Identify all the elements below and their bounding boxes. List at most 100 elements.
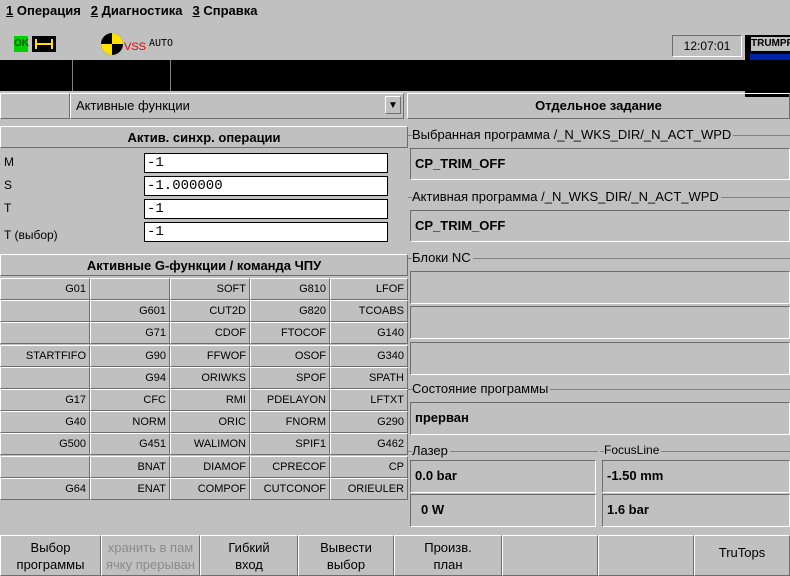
gfunc-cell: ORIEULER xyxy=(330,477,408,500)
softkey-line2: выбор xyxy=(326,557,366,572)
gfunc-cell xyxy=(90,278,170,300)
softkey-2[interactable]: хранить в пам ячку прерыван xyxy=(101,535,200,576)
softkey-7[interactable] xyxy=(598,535,694,576)
gfunc-cell: DIAMOF xyxy=(170,455,250,478)
gfunc-cell: CUT2D xyxy=(170,300,250,323)
softkey-1[interactable]: Выбор программы xyxy=(0,535,101,576)
gfunc-cell: OSOF xyxy=(250,344,330,367)
gfunc-cell: PDELAYON xyxy=(250,389,330,411)
selected-program-label: Выбранная программа /_N_WKS_DIR/_N_ACT_W… xyxy=(412,127,734,142)
sync-label-t-select: T (выбор) xyxy=(4,228,58,242)
gfunc-cell: ENAT xyxy=(90,477,170,500)
menu-help-label: Справка xyxy=(203,2,258,18)
gfunc-cell: COMPOF xyxy=(170,477,250,500)
gfunc-cell xyxy=(0,455,90,478)
message-bar-divider xyxy=(170,60,171,91)
gfunc-cell: G140 xyxy=(330,322,408,345)
focusline-label: FocusLine xyxy=(604,443,662,457)
gfunc-cell xyxy=(0,366,90,389)
sync-ops-panel: M -1 S -1.000000 T -1 T (выбор) -1 xyxy=(0,150,392,250)
gfunc-cell: G820 xyxy=(250,300,330,323)
connection-icon xyxy=(32,36,56,52)
sync-label-s: S xyxy=(4,178,13,192)
sync-value-t: -1 xyxy=(144,199,388,219)
gfunc-cell: G810 xyxy=(250,278,330,300)
softkey-line1: Выбор xyxy=(30,540,71,555)
sync-label-t: T xyxy=(4,201,12,215)
softkey-line1: Произв. xyxy=(424,540,472,555)
focus-pressure-value: 1.6 bar xyxy=(602,494,790,527)
program-state-label: Состояние программы xyxy=(412,381,551,396)
sync-label-m: M xyxy=(4,155,14,169)
softkey-line1: TruTops xyxy=(718,545,766,560)
nc-block-line-1 xyxy=(410,271,790,304)
gfunc-cell: LFOF xyxy=(330,278,408,300)
dropdown-spacer xyxy=(0,93,70,119)
ok-label: OK xyxy=(14,38,29,49)
gfunc-cell: G601 xyxy=(90,300,170,323)
gfunc-cell: G94 xyxy=(90,366,170,389)
softkey-8[interactable]: TruTops xyxy=(694,535,790,576)
gfunc-cell: SOFT xyxy=(170,278,250,300)
menu-diagnostics-label: Диагностика xyxy=(101,2,183,18)
menu-bar: 1 Операция 2 Диагностика 3 Справка xyxy=(0,0,790,20)
gfunc-cell: FTOCOF xyxy=(250,322,330,345)
menu-diagnostics[interactable]: 2 Диагностика xyxy=(91,3,183,18)
menu-operation-number: 1 xyxy=(6,2,14,18)
connection-icon-glyph xyxy=(35,39,53,49)
clock: 12:07:01 xyxy=(672,35,742,57)
selected-program-value: CP_TRIM_OFF xyxy=(410,148,790,180)
dropdown-arrow-icon[interactable]: ▼ xyxy=(385,96,401,114)
nc-block-line-3 xyxy=(410,342,790,375)
active-program-value: CP_TRIM_OFF xyxy=(410,210,790,242)
softkey-line1: хранить в пам xyxy=(107,540,194,555)
gfunc-cell: G290 xyxy=(330,411,408,434)
gfunc-cell: G500 xyxy=(0,433,90,456)
menu-operation-label: Операция xyxy=(16,2,81,18)
gfunc-cell: FFWOF xyxy=(170,344,250,367)
gfunc-cell: STARTFIFO xyxy=(0,344,90,367)
softkey-3[interactable]: Гибкий вход xyxy=(200,535,298,576)
ok-status-icon: OK xyxy=(14,36,29,52)
menu-diagnostics-number: 2 xyxy=(90,2,99,18)
softkey-5[interactable]: Произв. план xyxy=(394,535,502,576)
sync-ops-title: Актив. синхр. операции xyxy=(0,126,408,148)
gfunc-cell: ORIC xyxy=(170,411,250,434)
softkey-line2: ячку прерыван xyxy=(105,557,195,572)
mode-label: AUTO xyxy=(149,38,174,49)
softkey-6[interactable] xyxy=(502,535,598,576)
laser-pressure-value: 0.0 bar xyxy=(410,460,596,493)
menu-help-number: 3 xyxy=(192,2,200,18)
menu-operation[interactable]: 1 Операция xyxy=(6,3,81,18)
message-bar-divider xyxy=(72,60,73,91)
gfunc-cell: RMI xyxy=(170,389,250,411)
softkey-4[interactable]: Вывести выбор xyxy=(298,535,394,576)
task-title: Отдельное задание xyxy=(407,93,790,119)
vss-label: VSS xyxy=(124,41,147,53)
gfunc-cell: CUTCONOF xyxy=(250,477,330,500)
gfunc-cell: CFC xyxy=(90,389,170,411)
gfunc-cell: FNORM xyxy=(250,411,330,434)
gfunc-cell: SPOF xyxy=(250,366,330,389)
gfunc-cell: CP xyxy=(330,455,408,478)
softkey-line2: план xyxy=(433,557,463,572)
gfunc-cell: G40 xyxy=(0,411,90,434)
brand-label: TRUMPF xyxy=(751,37,790,51)
gfunc-title: Активные G-функции / команда ЧПУ xyxy=(0,254,408,276)
sync-value-m: -1 xyxy=(144,153,388,173)
gfunc-cell xyxy=(0,322,90,345)
gfunc-cell: SPATH xyxy=(330,366,408,389)
menu-help[interactable]: 3 Справка xyxy=(193,3,258,18)
nc-blocks-label: Блоки NC xyxy=(412,250,473,265)
gfunc-cell: G340 xyxy=(330,344,408,367)
gfunc-cell: BNAT xyxy=(90,455,170,478)
gfunc-cell: TCOABS xyxy=(330,300,408,323)
gfunc-cell: LFTXT xyxy=(330,389,408,411)
nc-block-line-2 xyxy=(410,306,790,339)
gfunc-cell: G71 xyxy=(90,322,170,345)
softkey-line1: Гибкий xyxy=(228,540,270,555)
gfunc-cell: G90 xyxy=(90,344,170,367)
gfunc-cell: G451 xyxy=(90,433,170,456)
gfunc-cell: G17 xyxy=(0,389,90,411)
gfunc-cell: ORIWKS xyxy=(170,366,250,389)
